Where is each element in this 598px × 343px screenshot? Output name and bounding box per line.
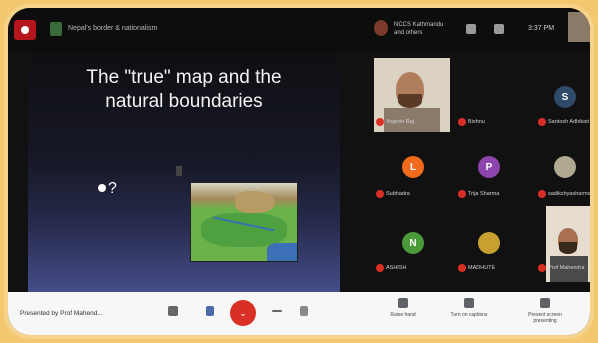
- participant-avatar[interactable]: N: [402, 232, 424, 254]
- captions-icon: [464, 298, 474, 308]
- presenting-label[interactable]: Presented by Prof Mahend...: [20, 310, 103, 317]
- captions-label: Turn on captions: [450, 312, 488, 318]
- muted-mic-icon: [376, 190, 384, 198]
- meeting-title: Nepal's border & nationalism: [68, 25, 158, 32]
- participant-name: Santosh Adhikari: [548, 119, 590, 125]
- bottom-toolbar: Presented by Prof Mahend... ⌄ Raise hand…: [8, 292, 590, 335]
- participant-name: ASHISH: [386, 265, 407, 271]
- layout-icon[interactable]: [494, 24, 504, 34]
- raise-hand-button[interactable]: Raise hand: [378, 298, 428, 318]
- present-now-label: Present screen presenting: [528, 312, 562, 324]
- muted-mic-icon: [538, 190, 546, 198]
- hand-icon: [398, 298, 408, 308]
- meet-logo-icon: [50, 22, 62, 36]
- slide-title-line-2: natural boundaries: [105, 91, 263, 112]
- org-logo-icon: [374, 20, 388, 36]
- participant-avatar[interactable]: S: [554, 86, 576, 108]
- bullet-text: ?: [108, 180, 117, 197]
- slide-title-line-1: The "true" map and the: [86, 67, 282, 88]
- participant-name: MADHUTE: [468, 265, 496, 271]
- participant-avatar[interactable]: [478, 232, 500, 254]
- record-dot-icon: [21, 26, 29, 34]
- recording-indicator: [14, 20, 36, 40]
- muted-mic-icon: [376, 118, 384, 126]
- clock: 3:37 PM: [528, 25, 555, 32]
- participant-name: sadikshyasharma: [548, 191, 591, 197]
- participant-name: Subhadra: [386, 191, 410, 197]
- raise-hand-label: Raise hand: [390, 312, 416, 318]
- camera-icon[interactable]: [300, 306, 308, 316]
- present-screen-icon: [540, 298, 550, 308]
- muted-mic-icon: [458, 264, 466, 272]
- participant-name: Yogesh Raj: [386, 119, 414, 125]
- top-bar: Nepal's border & nationalism NCCS Kathma…: [8, 8, 590, 52]
- screen-share-icon[interactable]: [466, 24, 476, 34]
- muted-mic-icon: [538, 118, 546, 126]
- captions-button[interactable]: Turn on captions: [444, 298, 494, 318]
- participant-avatar[interactable]: [554, 156, 576, 178]
- mic-icon[interactable]: [206, 306, 214, 316]
- present-now-button[interactable]: Present screen presenting: [520, 298, 570, 324]
- presentation-slide: The "true" map and the natural boundarie…: [28, 52, 340, 292]
- taskbar-strip: [180, 335, 420, 339]
- slide-title: The "true" map and the natural boundarie…: [28, 66, 340, 114]
- participant-name: Prof Mahendra: [548, 265, 585, 271]
- participant-avatar[interactable]: L: [402, 156, 424, 178]
- end-call-button[interactable]: ⌄: [230, 300, 256, 326]
- map-marker-icon: [176, 166, 182, 176]
- muted-mic-icon: [538, 264, 546, 272]
- meeting-window: Nepal's border & nationalism NCCS Kathma…: [4, 4, 594, 339]
- muted-mic-icon: [458, 118, 466, 126]
- present-icon[interactable]: [168, 306, 178, 316]
- more-options-icon[interactable]: [272, 310, 282, 312]
- participant-avatar[interactable]: P: [478, 156, 500, 178]
- bullet-dot-icon: [98, 184, 106, 192]
- participant-name: Trija Sharma: [468, 191, 500, 197]
- muted-mic-icon: [458, 190, 466, 198]
- participant-name: Bishnu: [468, 119, 485, 125]
- self-video-thumbnail[interactable]: [568, 12, 590, 42]
- org-name: NCCS Kathmandu and others: [394, 22, 444, 36]
- muted-mic-icon: [376, 264, 384, 272]
- nepal-map-image: [190, 182, 298, 262]
